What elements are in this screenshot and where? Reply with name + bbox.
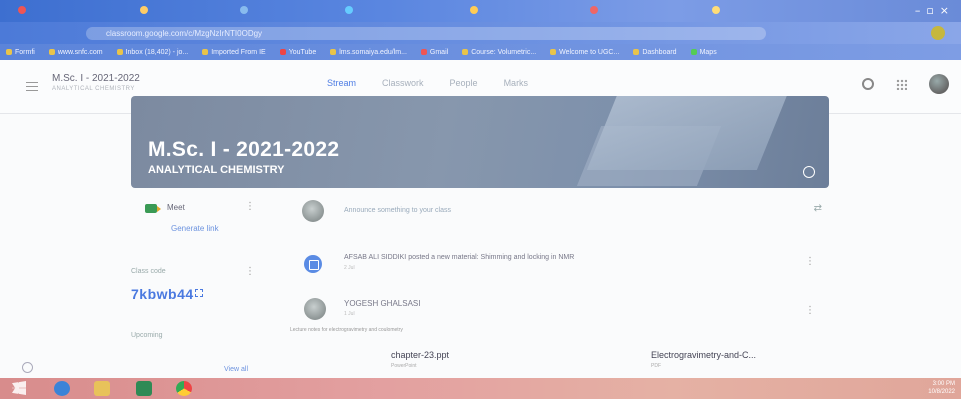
repost-icon[interactable]: ⇄ [814, 203, 822, 214]
generate-link[interactable]: Generate link [171, 224, 219, 233]
clock-date: 10/8/2022 [928, 389, 955, 395]
browser-window: –▫× classroom.google.com/c/MzgNzIrNTI0OD… [0, 0, 961, 399]
user-avatar [302, 200, 324, 222]
banner-subtitle: ANALYTICAL CHEMISTRY [148, 164, 285, 176]
tab-icon[interactable] [590, 6, 598, 14]
user-avatar [304, 298, 326, 320]
app-icon[interactable] [136, 381, 152, 396]
meet-card: Meet ⋮ Generate link [131, 198, 261, 250]
system-clock[interactable]: 3:00 PM 10/8/2022 [928, 380, 955, 396]
more-options-icon[interactable]: ⋮ [805, 256, 815, 267]
url-field[interactable]: classroom.google.com/c/MzgNzIrNTI0ODgy [86, 27, 766, 40]
tab-strip[interactable]: –▫× [0, 0, 961, 22]
announce-box[interactable]: Announce something to your class ⇄ [290, 196, 828, 226]
more-options-icon[interactable]: ⋮ [245, 266, 255, 277]
course-title[interactable]: M.Sc. I - 2021-2022 [52, 73, 140, 84]
post-author: YOGESH GHALSASI [344, 299, 421, 308]
bookmark-item[interactable]: Course: Volumetric... [462, 49, 536, 56]
bookmark-item[interactable]: Maps [690, 49, 717, 56]
bookmarks-bar: Formfi www.snfc.com Inbox (18,402) - jo.… [0, 44, 961, 60]
announce-placeholder[interactable]: Announce something to your class [344, 207, 451, 214]
info-icon[interactable] [803, 166, 815, 178]
tab-icon[interactable] [18, 6, 26, 14]
help-icon[interactable] [22, 362, 33, 373]
tab-icon[interactable] [240, 6, 248, 14]
meet-icon [145, 204, 161, 213]
menu-icon[interactable] [26, 82, 38, 91]
bookmark-item[interactable]: Dashboard [633, 49, 677, 56]
profile-icon[interactable] [931, 26, 945, 40]
tab-icon[interactable] [345, 6, 353, 14]
post-time: 1 Jul [344, 311, 355, 317]
attachment-name[interactable]: Electrogravimetry-and-C... [651, 350, 756, 360]
upcoming-label: Upcoming [131, 332, 163, 339]
bookmark-item[interactable]: lms.somaiya.edu/lm... [330, 49, 407, 56]
folder-icon[interactable] [94, 381, 110, 396]
course-banner: M.Sc. I - 2021-2022 ANALYTICAL CHEMISTRY [131, 96, 829, 188]
class-code-label: Class code [131, 268, 166, 275]
bookmark-item[interactable]: Imported From IE [202, 49, 266, 56]
material-icon [304, 255, 322, 273]
header-actions [862, 74, 949, 94]
attachment-name[interactable]: chapter-23.ppt [391, 350, 449, 360]
attachment-type: PowerPoint [391, 363, 417, 369]
attachment-type: PDF [651, 363, 661, 369]
view-all-link[interactable]: View all [224, 366, 248, 373]
post-note: Lecture notes for electrogravimetry and … [290, 327, 403, 333]
bookmark-item[interactable]: Welcome to UGC... [550, 49, 619, 56]
apps-grid-icon[interactable] [896, 78, 907, 90]
account-avatar[interactable] [929, 74, 949, 94]
tab-icon[interactable] [470, 6, 478, 14]
bookmark-item[interactable]: Formfi [6, 49, 35, 56]
more-options-icon[interactable]: ⋮ [805, 305, 815, 316]
course-subtitle: ANALYTICAL CHEMISTRY [52, 86, 135, 92]
tab-icon[interactable] [140, 6, 148, 14]
class-code: 7kbwb44 [131, 286, 194, 302]
bookmark-item[interactable]: Inbox (18,402) - jo... [116, 49, 188, 56]
tab-icon[interactable] [712, 6, 720, 14]
bookmark-item[interactable]: Gmail [420, 49, 448, 56]
chrome-icon[interactable] [176, 381, 192, 396]
bookmark-item[interactable]: YouTube [279, 49, 316, 56]
bookmark-item[interactable]: www.snfc.com [48, 49, 103, 56]
banner-title: M.Sc. I - 2021-2022 [148, 138, 340, 161]
meet-label: Meet [167, 203, 185, 212]
banner-illustration [586, 96, 790, 170]
address-bar-row: classroom.google.com/c/MzgNzIrNTI0ODgy [0, 22, 961, 44]
clock-time: 3:00 PM [932, 381, 955, 387]
settings-icon[interactable] [862, 78, 874, 90]
post-time: 2 Jul [344, 265, 355, 271]
window-controls[interactable]: –▫× [915, 4, 955, 17]
taskbar: 3:00 PM 10/8/2022 [0, 378, 961, 399]
post-text[interactable]: AFSAB ALI SIDDIKI posted a new material:… [344, 254, 574, 261]
ie-icon[interactable] [54, 381, 70, 396]
start-icon[interactable] [12, 381, 26, 395]
more-options-icon[interactable]: ⋮ [245, 201, 255, 212]
fullscreen-icon[interactable] [195, 289, 203, 297]
